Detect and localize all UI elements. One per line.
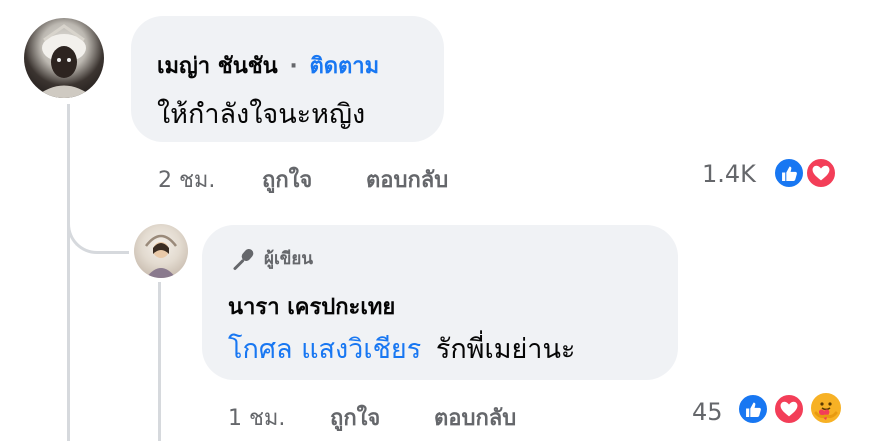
follow-link[interactable]: ติดตาม	[309, 54, 379, 79]
avatar[interactable]	[24, 18, 104, 98]
reply-author[interactable]: นารา เครปกะเทย	[228, 289, 395, 324]
reaction-count[interactable]: 1.4K	[702, 160, 756, 188]
thread-line-reply	[158, 282, 161, 441]
comment-bubble: เมญ่า ชันชัน · ติดตาม ให้กำลังใจนะหญิง	[131, 16, 444, 142]
reply-bubble: ผู้เขียน นารา เครปกะเทย โกศล แสงวิเชียร …	[202, 225, 678, 380]
reply-reply-button[interactable]: ตอบกลับ	[434, 400, 516, 435]
love-icon	[804, 156, 838, 190]
reply-avatar[interactable]	[134, 224, 188, 278]
comment-text: ให้กำลังใจนะหญิง	[157, 99, 366, 130]
reply-text: รักพี่เมย่านะ	[435, 334, 576, 365]
mention-link[interactable]: โกศล แสงวิเชียร	[228, 334, 421, 365]
comment-timestamp[interactable]: 2 ชม.	[158, 162, 215, 197]
comment-author[interactable]: เมญ่า ชันชัน	[157, 54, 278, 79]
reply-reaction-count[interactable]: 45	[692, 398, 723, 426]
reply-timestamp[interactable]: 1 ชม.	[228, 400, 285, 435]
reply-button[interactable]: ตอบกลับ	[366, 162, 448, 197]
thread-connector	[67, 206, 129, 254]
comment-author-line: เมญ่า ชันชัน · ติดตาม	[157, 48, 379, 83]
reply-avatar-portrait-icon	[145, 234, 177, 278]
reply-text-line: โกศล แสงวิเชียร รักพี่เมย่านะ	[228, 327, 575, 370]
avatar-portrait-icon	[34, 24, 94, 98]
love-icon	[772, 392, 806, 426]
separator-dot: ·	[289, 54, 298, 79]
author-badge: ผู้เขียน	[232, 245, 313, 272]
care-icon	[808, 390, 844, 426]
microphone-icon	[232, 247, 256, 271]
thread-line-main	[67, 104, 70, 441]
reply-like-button[interactable]: ถูกใจ	[330, 400, 380, 435]
author-badge-label: ผู้เขียน	[264, 249, 313, 269]
like-icon	[736, 392, 770, 426]
like-icon	[772, 156, 806, 190]
like-button[interactable]: ถูกใจ	[262, 162, 312, 197]
